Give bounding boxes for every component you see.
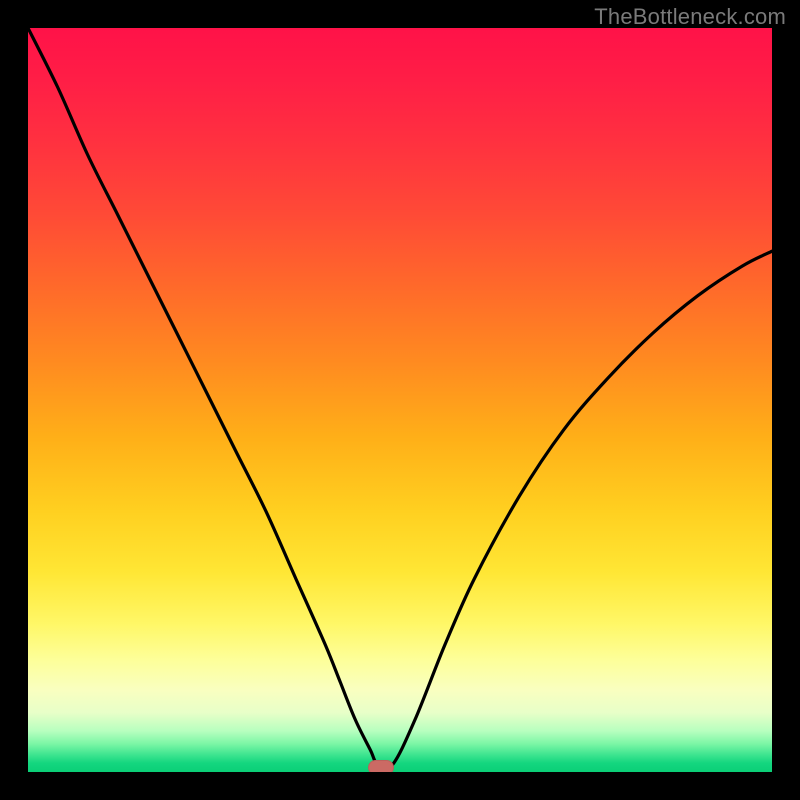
curve-path [28, 28, 772, 768]
chart-frame: TheBottleneck.com [0, 0, 800, 800]
watermark-text: TheBottleneck.com [594, 4, 786, 30]
bottleneck-curve [28, 28, 772, 772]
plot-area [28, 28, 772, 772]
optimal-point-marker [368, 760, 394, 772]
